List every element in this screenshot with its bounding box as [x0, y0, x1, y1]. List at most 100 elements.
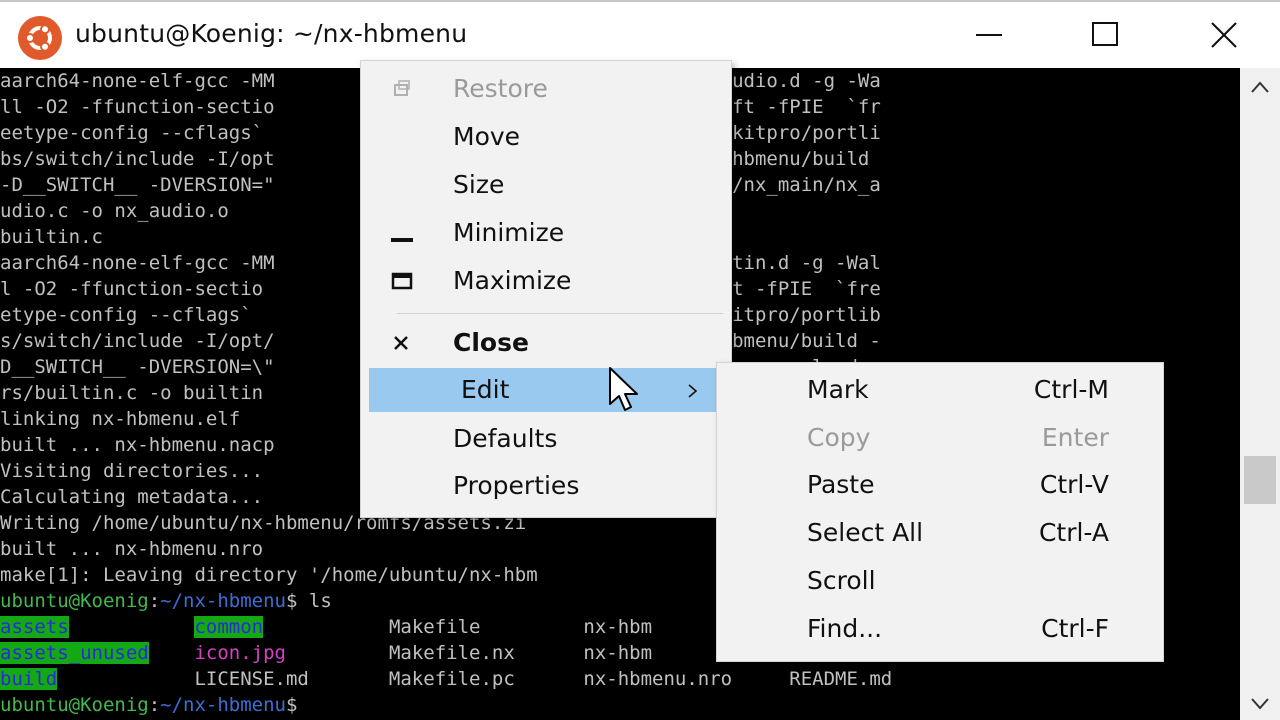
shortcut-label: Ctrl-M	[1033, 375, 1109, 404]
menu-item-maximize[interactable]: Maximize	[361, 259, 731, 303]
terminal-line: ubuntu@Koenig:~/nx-hbmenu$	[0, 692, 297, 718]
menu-item-find[interactable]: Find... Ctrl-F	[717, 607, 1163, 651]
menu-item-select-all[interactable]: Select All Ctrl-A	[717, 511, 1163, 555]
menu-item-label: Select All	[807, 518, 924, 547]
terminal-text: $ ls	[286, 590, 332, 612]
shortcut-label: Ctrl-V	[1039, 470, 1109, 499]
menu-item-label: Maximize	[453, 266, 572, 295]
menu-item-defaults[interactable]: Defaults	[361, 417, 731, 461]
terminal-text: D__SWITCH__ -DVERSION=\"	[0, 356, 275, 378]
terminal-text: LICENSE.md Makefile.pc nx-hbmenu.nro REA…	[57, 668, 893, 690]
menu-item-label: Restore	[453, 74, 548, 103]
terminal-text: -D__SWITCH__ -DVERSION="	[0, 174, 275, 196]
terminal-text: s/switch/include -I/opt/	[0, 330, 275, 352]
terminal-text: ll -O2 -ffunction-sectio	[0, 96, 275, 118]
terminal-text: ~/nx-hbmenu	[160, 694, 287, 716]
terminal-text: builtin.c	[0, 226, 103, 248]
terminal-text: l -O2 -ffunction-sectio	[0, 278, 264, 300]
terminal-line: builtin.c	[0, 224, 103, 250]
terminal-line: linking nx-hbmenu.elf	[0, 406, 240, 432]
terminal-line: ubuntu@Koenig:~/nx-hbmenu$ ls	[0, 588, 332, 614]
terminal-text: :	[148, 694, 161, 716]
terminal-text: icon.jpg	[194, 642, 286, 664]
terminal-line: assets common Makefile nx-hbm	[0, 614, 652, 640]
terminal-text: udio.c -o nx_audio.o	[0, 200, 229, 222]
maximize-icon	[1092, 22, 1118, 46]
terminal-line: Calculating metadata...	[0, 484, 263, 510]
menu-item-close[interactable]: Close	[361, 321, 731, 365]
terminal-text: $	[286, 694, 298, 716]
terminal-text: Visiting directories...	[0, 460, 264, 482]
terminal-text: assets_unused	[0, 642, 149, 664]
terminal-line: built ... nx-hbmenu.nacp	[0, 432, 275, 458]
terminal-text: build	[0, 668, 58, 690]
menu-item-minimize[interactable]: Minimize	[361, 211, 731, 255]
terminal-text: Makefile.nx nx-hbm	[286, 642, 653, 664]
terminal-text: common	[194, 616, 264, 638]
terminal-line: built ... nx-hbmenu.nro	[0, 536, 263, 562]
scrollbar-thumb[interactable]	[1244, 456, 1276, 504]
ubuntu-logo-icon[interactable]	[18, 16, 62, 60]
menu-item-label: Copy	[807, 423, 871, 452]
maximize-button[interactable]	[1065, 10, 1145, 60]
terminal-text: aarch64-none-elf-gcc -MM	[0, 252, 275, 274]
menu-item-label: Edit	[461, 375, 510, 404]
menu-item-label: Scroll	[807, 566, 876, 595]
system-menu: Restore Move Size Minimize Maximize Clos…	[360, 60, 732, 518]
terminal-text: make[1]: Leaving directory '/home/ubuntu…	[0, 564, 538, 586]
terminal-line: udio.c -o nx_audio.o	[0, 198, 229, 224]
menu-item-scroll[interactable]: Scroll	[717, 559, 1163, 603]
scroll-down-icon[interactable]	[1240, 690, 1280, 716]
menu-item-copy: Copy Enter	[717, 416, 1163, 460]
close-button[interactable]	[1184, 10, 1264, 60]
minimize-button[interactable]	[950, 10, 1030, 60]
menu-item-move[interactable]: Move	[361, 115, 731, 159]
menu-item-label: Find...	[807, 614, 883, 643]
window-title: ubuntu@Koenig: ~/nx-hbmenu	[75, 19, 468, 48]
close-icon	[1211, 22, 1237, 48]
terminal-text: built ... nx-hbmenu.nro	[0, 538, 264, 560]
edit-submenu: Mark Ctrl-M Copy Enter Paste Ctrl-V Sele…	[716, 362, 1164, 662]
menu-item-label: Mark	[807, 375, 869, 404]
chevron-right-icon	[688, 384, 698, 398]
terminal-line: assets_unused icon.jpg Makefile.nx nx-hb…	[0, 640, 652, 666]
terminal-text: etype-config --cflags`	[0, 304, 264, 326]
scroll-up-icon[interactable]	[1240, 74, 1280, 100]
shortcut-label: Ctrl-F	[1041, 614, 1109, 643]
terminal-text: bs/switch/include -I/opt	[0, 148, 275, 170]
restore-icon	[394, 80, 410, 96]
menu-item-edit[interactable]: Edit	[369, 368, 719, 412]
terminal-text: :	[148, 590, 161, 612]
terminal-text: ubuntu@Koenig	[0, 694, 149, 716]
minimize-icon	[976, 34, 1002, 36]
terminal-line: rs/builtin.c -o builtin	[0, 380, 263, 406]
close-icon	[394, 336, 408, 350]
shortcut-label: Ctrl-A	[1038, 518, 1109, 547]
menu-item-properties[interactable]: Properties	[361, 464, 731, 508]
menu-item-mark[interactable]: Mark Ctrl-M	[717, 368, 1163, 412]
terminal-text: eetype-config --cflags`	[0, 122, 275, 144]
menu-item-label: Close	[453, 328, 529, 357]
mouse-cursor-icon	[609, 367, 638, 411]
terminal-text: built ... nx-hbmenu.nacp	[0, 434, 275, 456]
menu-separator	[397, 313, 723, 314]
minimize-icon	[391, 238, 413, 242]
menu-item-label: Paste	[807, 470, 875, 499]
menu-item-restore: Restore	[361, 67, 731, 111]
terminal-text: rs/builtin.c -o builtin	[0, 382, 264, 404]
menu-item-size[interactable]: Size	[361, 163, 731, 207]
title-bar[interactable]: ubuntu@Koenig: ~/nx-hbmenu	[0, 0, 1280, 68]
terminal-line: build LICENSE.md Makefile.pc nx-hbmenu.n…	[0, 666, 892, 692]
terminal-text: ubuntu@Koenig	[0, 590, 149, 612]
vertical-scrollbar[interactable]	[1240, 68, 1280, 720]
terminal-text: assets	[0, 616, 69, 638]
terminal-line: Visiting directories...	[0, 458, 263, 484]
terminal-text: Makefile nx-hbm	[263, 616, 653, 638]
terminal-line: make[1]: Leaving directory '/home/ubuntu…	[0, 562, 538, 588]
terminal-text: linking nx-hbmenu.elf	[0, 408, 241, 430]
menu-item-label: Defaults	[453, 424, 558, 453]
terminal-text: ~/nx-hbmenu	[160, 590, 287, 612]
menu-item-paste[interactable]: Paste Ctrl-V	[717, 463, 1163, 507]
